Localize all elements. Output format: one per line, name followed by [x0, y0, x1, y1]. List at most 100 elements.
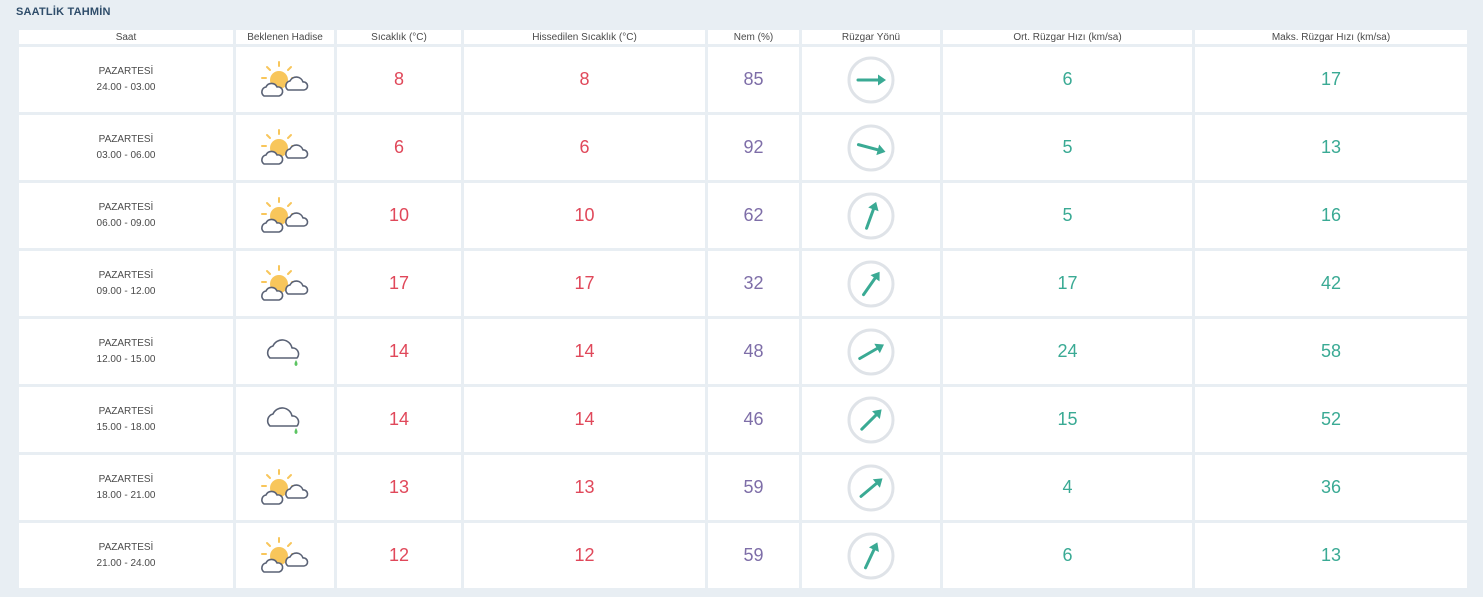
partly-cloudy-icon — [236, 264, 334, 304]
feels-like-value: 12 — [574, 545, 595, 565]
condition-cell — [236, 251, 334, 316]
max-wind-cell: 36 — [1195, 455, 1467, 520]
max-wind-cell: 42 — [1195, 251, 1467, 316]
condition-cell — [236, 183, 334, 248]
max-wind-value: 42 — [1320, 273, 1342, 293]
time-cell: PAZARTESİ 15.00 - 18.00 — [19, 387, 233, 452]
humidity-cell: 92 — [708, 115, 799, 180]
avg-wind-cell: 15 — [943, 387, 1192, 452]
temperature-cell: 6 — [337, 115, 461, 180]
wind-direction-cell — [802, 319, 940, 384]
temperature-cell: 17 — [337, 251, 461, 316]
table-row: PAZARTESİ 12.00 - 15.00 14 14 48 24 58 — [19, 319, 1467, 384]
humidity-value: 32 — [743, 273, 764, 293]
wind-compass-svg — [847, 56, 895, 103]
time-range-label: 15.00 - 18.00 — [96, 421, 156, 433]
wind-compass-svg — [847, 328, 895, 375]
temperature-value: 17 — [388, 273, 410, 293]
avg-wind-value: 15 — [1057, 409, 1078, 429]
humidity-cell: 48 — [708, 319, 799, 384]
header-time: Saat — [19, 30, 233, 44]
feels-like-value: 17 — [574, 273, 595, 293]
light-rain-icon — [236, 400, 334, 440]
wind-direction-cell — [802, 183, 940, 248]
feels-like-cell: 8 — [464, 47, 705, 112]
avg-wind-cell: 5 — [943, 115, 1192, 180]
wind-compass-svg — [847, 192, 895, 239]
temperature-cell: 8 — [337, 47, 461, 112]
avg-wind-value: 24 — [1057, 341, 1078, 361]
table-row: PAZARTESİ 03.00 - 06.00 6 6 92 5 13 — [19, 115, 1467, 180]
max-wind-value: 16 — [1320, 205, 1342, 225]
avg-wind-cell: 17 — [943, 251, 1192, 316]
feels-like-value: 6 — [579, 137, 590, 157]
time-cell: PAZARTESİ 06.00 - 09.00 — [19, 183, 233, 248]
humidity-cell: 59 — [708, 523, 799, 588]
avg-wind-cell: 5 — [943, 183, 1192, 248]
humidity-value: 59 — [743, 545, 764, 565]
feels-like-cell: 17 — [464, 251, 705, 316]
partly-cloudy-svg — [261, 264, 309, 301]
time-cell: PAZARTESİ 12.00 - 15.00 — [19, 319, 233, 384]
day-label: PAZARTESİ — [98, 133, 154, 145]
temperature-value: 10 — [388, 205, 410, 225]
max-wind-cell: 16 — [1195, 183, 1467, 248]
wind-compass-svg — [847, 260, 895, 307]
table-row: PAZARTESİ 06.00 - 09.00 10 10 62 5 16 — [19, 183, 1467, 248]
header-humidity: Nem (%) — [708, 30, 799, 44]
humidity-cell: 62 — [708, 183, 799, 248]
temperature-value: 14 — [388, 341, 410, 361]
humidity-cell: 59 — [708, 455, 799, 520]
time-range-label: 12.00 - 15.00 — [96, 353, 156, 365]
partly-cloudy-svg — [261, 196, 309, 233]
avg-wind-value: 5 — [1062, 137, 1073, 157]
wind-direction-arrow-icon — [802, 123, 940, 173]
avg-wind-value: 5 — [1062, 205, 1073, 225]
partly-cloudy-svg — [261, 468, 309, 505]
partly-cloudy-icon — [236, 196, 334, 236]
avg-wind-cell: 24 — [943, 319, 1192, 384]
condition-cell — [236, 455, 334, 520]
wind-direction-arrow-icon — [802, 191, 940, 241]
time-cell: PAZARTESİ 18.00 - 21.00 — [19, 455, 233, 520]
partly-cloudy-icon — [236, 536, 334, 576]
header-temperature: Sıcaklık (°C) — [337, 30, 461, 44]
max-wind-cell: 58 — [1195, 319, 1467, 384]
wind-direction-arrow-icon — [802, 395, 940, 445]
avg-wind-value: 4 — [1062, 477, 1073, 497]
feels-like-cell: 12 — [464, 523, 705, 588]
time-cell: PAZARTESİ 03.00 - 06.00 — [19, 115, 233, 180]
partly-cloudy-icon — [236, 468, 334, 508]
humidity-cell: 46 — [708, 387, 799, 452]
feels-like-cell: 6 — [464, 115, 705, 180]
condition-cell — [236, 523, 334, 588]
header-condition: Beklenen Hadise — [236, 30, 334, 44]
time-cell: PAZARTESİ 21.00 - 24.00 — [19, 523, 233, 588]
header-wind-direction: Rüzgar Yönü — [802, 30, 940, 44]
wind-compass-svg — [847, 532, 895, 579]
wind-compass-svg — [847, 124, 895, 171]
time-range-label: 03.00 - 06.00 — [96, 149, 156, 161]
partly-cloudy-svg — [261, 60, 309, 97]
time-range-label: 06.00 - 09.00 — [96, 217, 156, 229]
max-wind-value: 58 — [1320, 341, 1342, 361]
wind-direction-arrow-icon — [802, 55, 940, 105]
day-label: PAZARTESİ — [98, 65, 154, 77]
max-wind-value: 52 — [1320, 409, 1342, 429]
max-wind-cell: 13 — [1195, 523, 1467, 588]
condition-cell — [236, 47, 334, 112]
wind-direction-cell — [802, 47, 940, 112]
temperature-value: 14 — [388, 409, 410, 429]
feels-like-value: 13 — [574, 477, 595, 497]
humidity-value: 62 — [743, 205, 764, 225]
temperature-cell: 14 — [337, 387, 461, 452]
humidity-value: 46 — [743, 409, 764, 429]
avg-wind-value: 6 — [1062, 545, 1073, 565]
temperature-value: 8 — [393, 69, 404, 89]
table-row: PAZARTESİ 18.00 - 21.00 13 13 59 4 36 — [19, 455, 1467, 520]
humidity-value: 92 — [743, 137, 764, 157]
max-wind-value: 36 — [1320, 477, 1342, 497]
feels-like-cell: 14 — [464, 319, 705, 384]
rain-cloud-svg — [266, 406, 300, 434]
wind-direction-cell — [802, 455, 940, 520]
